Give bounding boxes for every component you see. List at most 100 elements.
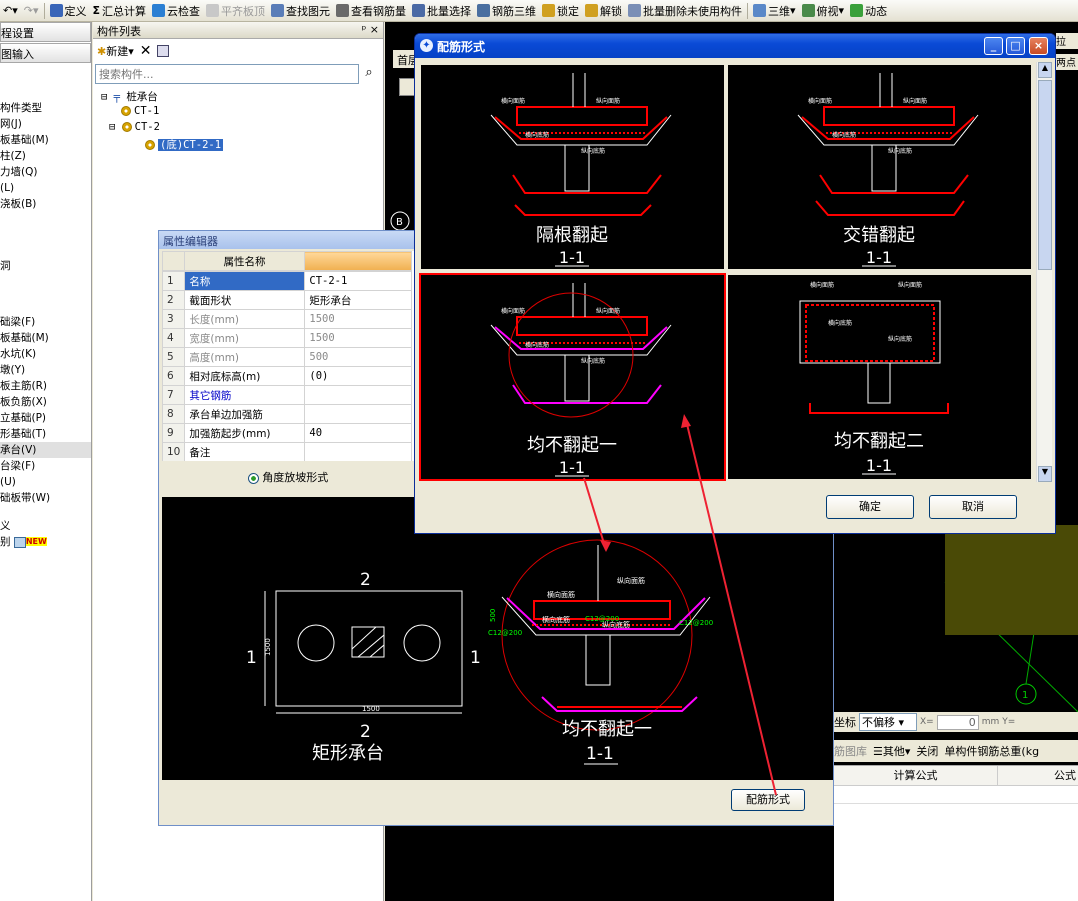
property-value[interactable]: CT-2-1 (304, 271, 413, 291)
property-row[interactable]: 2 截面形状 矩形承台 (162, 290, 413, 310)
sum-calc-button[interactable]: Σ 汇总计算 (90, 1, 150, 21)
property-value[interactable]: 500 (304, 347, 413, 367)
rebar-form-tile[interactable]: 横向面筋 纵向面筋 横向底筋 纵向底筋 交错翻起 1-1 (728, 65, 1031, 269)
property-value[interactable]: 1500 (304, 328, 413, 348)
tree-root[interactable]: ⊟ ╤ 桩承台 (101, 89, 383, 105)
cloud-check-button[interactable]: 云检查 (149, 1, 203, 21)
top-view-button[interactable]: 俯视 ▾ (799, 1, 848, 21)
copy-icon[interactable] (157, 45, 170, 57)
property-row[interactable]: 9 加强筋起步(mm) 40 (162, 423, 413, 443)
x-input[interactable]: 0 (936, 714, 979, 730)
tree-item[interactable]: ⊟ CT-2 (101, 121, 383, 137)
dynamic-button[interactable]: 动态 (847, 1, 890, 21)
minimize-button[interactable]: _ (984, 37, 1003, 55)
close-icon[interactable]: × (370, 23, 379, 36)
rebar-form-tile[interactable]: 横向面筋 纵向面筋 横向底筋 纵向底筋 隔根翻起 1-1 (421, 65, 724, 269)
nav-item[interactable]: 板主筋(R) (0, 378, 91, 394)
tab-right-2[interactable]: 两点 (1056, 54, 1078, 70)
new-component-button[interactable]: ✱新建▾ (97, 43, 134, 59)
rebar-form-button[interactable]: 配筋形式 (731, 789, 805, 811)
property-row[interactable]: 6 相对底标高(m) (0) (162, 366, 413, 386)
property-value[interactable]: 40 (304, 423, 413, 443)
property-row[interactable]: 3 长度(mm) 1500 (162, 309, 413, 329)
nav-item[interactable]: 板基础(M) (0, 132, 91, 148)
nav-item[interactable]: (U) (0, 474, 91, 490)
dialog-close-button[interactable]: × (1029, 37, 1048, 55)
nav-item[interactable]: 板基础(M) (0, 330, 91, 346)
search-input[interactable] (95, 64, 359, 84)
nav-item-selected[interactable]: 承台(V) (0, 442, 91, 458)
scrollbar[interactable]: ▲ ▼ (1036, 62, 1052, 482)
property-value[interactable] (304, 404, 413, 424)
rebar-3d-button[interactable]: 钢筋三维 (474, 1, 539, 21)
nav-item[interactable]: 立基础(P) (0, 410, 91, 426)
property-row[interactable]: 10 备注 (162, 442, 413, 461)
rebar-form-tile[interactable]: 横向面筋 纵向面筋 横向底筋 纵向底筋 均不翻起二 1-1 (728, 275, 1031, 479)
scroll-thumb[interactable] (1038, 80, 1052, 270)
nav-item[interactable]: (L) (0, 180, 91, 196)
maximize-button[interactable]: □ (1006, 37, 1025, 55)
ok-button[interactable]: 确定 (826, 495, 914, 519)
nav-item[interactable]: 力墙(Q) (0, 164, 91, 180)
property-value[interactable] (304, 385, 413, 405)
property-row[interactable]: 8 承台单边加强筋 (162, 404, 413, 424)
scroll-down-arrow[interactable]: ▼ (1038, 466, 1052, 482)
property-value[interactable]: 矩形承台 (304, 290, 413, 310)
nav-item[interactable]: 础梁(F) (0, 314, 91, 330)
tree-item[interactable]: CT-1 (101, 105, 383, 121)
cancel-button[interactable]: 取消 (929, 495, 1017, 519)
nav-item[interactable]: 础板带(W) (0, 490, 91, 506)
nav-item[interactable]: 洞 (0, 258, 91, 274)
slope-angle-radio[interactable]: 角度放坡形式 (247, 471, 328, 484)
radio-selected-icon (247, 472, 259, 484)
define-button[interactable]: 定义 (47, 1, 90, 21)
nav-item[interactable]: 台梁(F) (0, 458, 91, 474)
rebar-form-tile-selected[interactable]: 横向面筋 纵向面筋 横向底筋 纵向底筋 均不翻起一 1-1 (419, 273, 726, 481)
x-label: X= (920, 717, 934, 727)
search-icon[interactable]: ⌕ (359, 64, 379, 84)
nav-item[interactable]: 网(J) (0, 116, 91, 132)
view-rebar-button[interactable]: 查看钢筋量 (333, 1, 409, 21)
collapse-icon[interactable]: ⊟ (109, 121, 115, 133)
project-settings-button[interactable]: 程设置 (0, 22, 91, 42)
other-button[interactable]: ☰其他▾ (873, 743, 910, 759)
property-value[interactable]: (0) (304, 366, 413, 386)
pin-icon[interactable]: ᵖ (362, 23, 367, 36)
collapse-icon[interactable]: ⊟ (101, 91, 107, 103)
drawing-input-button[interactable]: 图输入 (0, 43, 91, 63)
property-value[interactable] (304, 442, 413, 461)
nav-item[interactable]: 水坑(K) (0, 346, 91, 362)
nav-item[interactable]: 形基础(T) (0, 426, 91, 442)
nav-item[interactable]: 墩(Y) (0, 362, 91, 378)
batch-select-button[interactable]: 批量选择 (409, 1, 474, 21)
nav-item[interactable]: 浇板(B) (0, 196, 91, 212)
property-row[interactable]: 1 名称 CT-2-1 (162, 271, 413, 291)
nav-item[interactable]: 板负筋(X) (0, 394, 91, 410)
rebar-library-button[interactable]: 筋图库 (834, 743, 867, 759)
property-row[interactable]: 5 高度(mm) 500 (162, 347, 413, 367)
preview-drawing: 1500 1500 1 1 2 2 矩形承台 横向面筋 纵向面筋 横向底筋 纵向… (246, 539, 713, 765)
unlock-button[interactable]: 解锁 (582, 1, 625, 21)
property-row[interactable]: 7 其它钢筋 (162, 385, 413, 405)
nav-item[interactable]: 别 NEW (0, 534, 91, 550)
offset-select[interactable]: 不偏移 ▾ (859, 713, 917, 731)
nav-item[interactable]: 义 (0, 518, 91, 534)
align-top-button[interactable]: 平齐板顶 (203, 1, 268, 21)
property-value[interactable]: 1500 (304, 309, 413, 329)
nav-item[interactable]: 构件类型 (0, 100, 91, 116)
nav-item[interactable]: 柱(Z) (0, 148, 91, 164)
table-row[interactable] (834, 786, 1078, 804)
3d-view-button[interactable]: 三维 ▾ (750, 1, 799, 21)
close-button[interactable]: 关闭 (916, 743, 938, 759)
redo-button[interactable]: ↷▾ (21, 1, 42, 21)
delete-icon[interactable]: ✕ (140, 43, 152, 59)
property-grid: 属性名称 1 名称 CT-2-1 2 截面形状 矩形承台 3 长度(mm) 1500 4 宽度(mm… (162, 251, 414, 461)
lock-button[interactable]: 锁定 (539, 1, 582, 21)
scroll-up-arrow[interactable]: ▲ (1038, 62, 1052, 78)
tab-right-1[interactable]: 拉 (1056, 33, 1078, 49)
tree-item-selected[interactable]: (底)CT-2-1 (101, 137, 383, 153)
batch-delete-button[interactable]: 批量删除未使用构件 (625, 1, 745, 21)
undo-button[interactable]: ↶▾ (0, 1, 21, 21)
property-row[interactable]: 4 宽度(mm) 1500 (162, 328, 413, 348)
find-element-button[interactable]: 查找图元 (268, 1, 333, 21)
